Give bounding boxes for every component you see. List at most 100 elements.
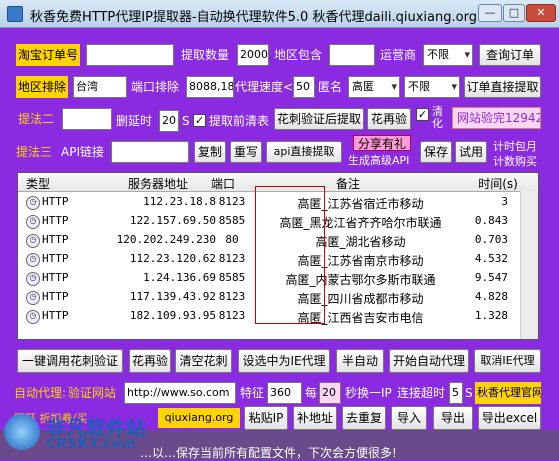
start-auto-proxy-button[interactable]: 开始自动代理 bbox=[389, 349, 469, 373]
window-title: 秋香免费HTTP代理IP提取器-自动换代理软件5.0 秋香代理daili.qiu… bbox=[30, 10, 477, 25]
maximize-button[interactable]: □ bbox=[503, 4, 525, 22]
cell-port: 8585 bbox=[218, 271, 246, 284]
cell-ip: 112.23.120.62 bbox=[129, 252, 216, 265]
cell-time: 0.703 bbox=[474, 233, 508, 246]
app-icon bbox=[7, 6, 23, 22]
gen-api-link[interactable]: 生成高级API bbox=[348, 152, 409, 168]
isp-label: 运营商 bbox=[380, 48, 417, 62]
table-scrollbar[interactable] bbox=[520, 191, 538, 339]
api-link-label: API链接 bbox=[61, 145, 104, 159]
title-bar: 秋香免费HTTP代理IP提取器-自动换代理软件5.0 秋香代理daili.qiu… bbox=[0, 0, 559, 28]
col-note[interactable]: 备注 bbox=[318, 175, 378, 192]
trial-button[interactable]: 试用 bbox=[455, 141, 487, 163]
cell-port: 8123 bbox=[218, 309, 246, 322]
cell-time: 4.828 bbox=[474, 290, 508, 303]
minimize-button[interactable]: — bbox=[478, 4, 502, 22]
cell-time: 1.328 bbox=[474, 309, 508, 322]
cell-type: HTTP bbox=[42, 214, 69, 227]
timeout-input[interactable]: 5 bbox=[449, 382, 463, 404]
cell-type: HTTP bbox=[42, 252, 69, 265]
crsky-watermark: 非凡软件站 CRSKY.com bbox=[2, 412, 162, 456]
speed-input[interactable]: 50 bbox=[293, 76, 315, 98]
rewrite-button[interactable]: 重写 bbox=[230, 141, 262, 163]
speed-label: 代理速度< bbox=[235, 80, 294, 94]
region-exclude-label: 地区排除 bbox=[16, 76, 69, 98]
site-label[interactable]: qiuxiang.org bbox=[158, 408, 240, 428]
site-verify-status: 网站验完12942秒 bbox=[452, 107, 541, 129]
taobao-order-input[interactable] bbox=[86, 44, 174, 66]
paste-ip-button[interactable]: 粘贴IP bbox=[244, 406, 288, 430]
feature-input[interactable]: 360 bbox=[267, 382, 302, 404]
api-direct-button[interactable]: api直接提取 bbox=[266, 141, 342, 163]
region-include-label: 地区包含 bbox=[274, 48, 323, 62]
add-address-button[interactable]: 补地址 bbox=[293, 406, 337, 430]
cell-port: 8123 bbox=[218, 252, 246, 265]
cell-port: 8123 bbox=[218, 290, 246, 303]
verify-site-label: 验证网站 bbox=[68, 386, 117, 400]
seconds-label: S bbox=[182, 114, 190, 128]
clear-flower-checkbox[interactable]: ✓ bbox=[416, 108, 429, 121]
extract-qty-input[interactable]: 2000 bbox=[237, 44, 269, 66]
anon-select[interactable]: 高匿 bbox=[348, 76, 400, 98]
official-site-link[interactable]: 秋香代理官网 bbox=[475, 382, 541, 404]
cell-ip: 117.139.43.92 bbox=[129, 290, 216, 303]
cell-ip: 182.109.93.95 bbox=[129, 309, 216, 322]
flower-verify-extract-button[interactable]: 花刺验证后提取 bbox=[274, 108, 364, 130]
close-button[interactable]: ✕ bbox=[526, 4, 556, 22]
import-button[interactable]: 导入 bbox=[391, 406, 427, 430]
clock-icon: ◷ bbox=[26, 291, 40, 305]
export-excel-button[interactable]: 导出excel bbox=[478, 406, 541, 430]
delete-time-label: 删延时 bbox=[116, 114, 153, 128]
save-button[interactable]: 保存 bbox=[420, 141, 452, 163]
count-buy-link[interactable]: 计数购买 bbox=[493, 153, 537, 169]
call-flower-button[interactable]: 一键调用花刺验证 bbox=[17, 349, 123, 373]
time-monthly-link[interactable]: 计时包月 bbox=[493, 138, 537, 154]
every-label: 每 bbox=[305, 386, 318, 400]
method3-label: 提法三 bbox=[16, 145, 53, 159]
verify-site-input[interactable]: http://www.so.com bbox=[124, 382, 236, 404]
col-time[interactable]: 时间(s) bbox=[473, 175, 523, 192]
every-input[interactable]: 20 bbox=[319, 382, 341, 404]
delete-time-input[interactable]: 20 bbox=[159, 110, 179, 132]
cell-time: 4.532 bbox=[474, 252, 508, 265]
order-extract-button[interactable]: 订单直接提取 bbox=[464, 76, 541, 98]
set-ie-proxy-button[interactable]: 设选中为IE代理 bbox=[238, 349, 330, 373]
col-port[interactable]: 端口 bbox=[203, 175, 243, 192]
isp-select[interactable]: 不限 bbox=[423, 44, 473, 66]
method2-input[interactable] bbox=[62, 108, 112, 130]
cell-port: 8123 bbox=[218, 195, 246, 208]
flower-check-button[interactable]: 花再验 bbox=[129, 349, 171, 373]
clear-before-checkbox[interactable]: ✓ bbox=[193, 114, 206, 127]
col-server[interactable]: 服务器地址 bbox=[108, 175, 208, 192]
copy-button[interactable]: 复制 bbox=[194, 141, 226, 163]
flower-check-top-button[interactable]: 花再验 bbox=[367, 108, 411, 130]
cell-ip: 1.24.136.69 bbox=[143, 271, 216, 284]
highlight-annotation-box bbox=[255, 186, 325, 324]
export-button[interactable]: 导出 bbox=[433, 406, 473, 430]
region-include-input[interactable] bbox=[329, 44, 375, 66]
timeout-label: 连接超时 bbox=[397, 386, 446, 400]
half-auto-button[interactable]: 半自动 bbox=[336, 349, 384, 373]
api-link-input[interactable] bbox=[111, 141, 189, 163]
clock-icon: ◷ bbox=[26, 272, 40, 286]
port-exclude-input[interactable]: 8088,181 bbox=[186, 76, 234, 98]
feature-label: 特征 bbox=[240, 386, 265, 400]
dedup-button[interactable]: 去重复 bbox=[342, 406, 386, 430]
cell-time: 3 bbox=[501, 195, 508, 208]
col-type[interactable]: 类型 bbox=[26, 175, 50, 192]
clock-icon: ◷ bbox=[26, 253, 40, 267]
cell-ip: 120.202.249.230 bbox=[116, 233, 216, 246]
method2-label: 提法二 bbox=[18, 112, 55, 126]
region-exclude-input[interactable]: 台湾 bbox=[73, 76, 127, 98]
query-order-button[interactable]: 查询订单 bbox=[479, 44, 541, 66]
clear-before-label: 提取前清表 bbox=[209, 114, 270, 128]
clear-flower-button[interactable]: 清空花刺 bbox=[175, 349, 232, 373]
clock-icon: ◷ bbox=[26, 234, 40, 248]
share-gift-button[interactable]: 分享有礼 bbox=[353, 135, 411, 151]
cancel-ie-proxy-button[interactable]: 取消IE代理 bbox=[474, 349, 541, 373]
anon2-select[interactable]: 不限 bbox=[404, 76, 460, 98]
watermark-domain: CRSKY.com bbox=[46, 437, 137, 452]
clear-flower-label: 清化 bbox=[432, 105, 443, 130]
cell-time: 0.843 bbox=[474, 214, 508, 227]
clock-icon: ◷ bbox=[26, 310, 40, 324]
